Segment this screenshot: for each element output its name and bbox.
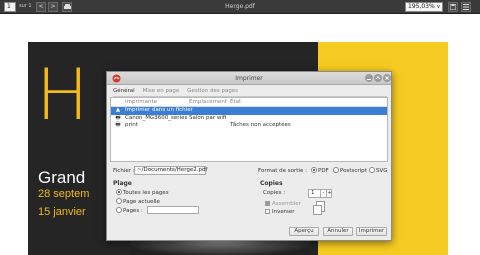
format-radio-postscript[interactable]: Postscript <box>333 167 367 174</box>
file-icon: ▲ <box>115 107 121 113</box>
copies-value: 1 <box>311 190 315 196</box>
printer-row-file[interactable]: ▲ Imprimer dans un fichier <box>111 107 387 115</box>
checkbox-label: Inverser <box>272 209 295 215</box>
printer-name: Imprimer dans un fichier <box>125 107 193 113</box>
tab-page-handling[interactable]: Gestion des pages <box>187 88 238 94</box>
poster-date-line-1: 28 septem <box>38 188 90 200</box>
column-header-state[interactable]: État <box>230 99 241 105</box>
printer-name: Canon_MG3600_series <box>125 114 188 121</box>
maximize-button[interactable] <box>374 74 382 82</box>
range-radio-pages[interactable]: Pages : <box>116 207 143 214</box>
printer-location: Salon par wifi <box>189 114 227 121</box>
radio-indicator <box>116 189 122 195</box>
menu-icon <box>463 4 469 10</box>
tab-page-setup[interactable]: Mise en page <box>143 88 180 94</box>
printer-icon: 🖶 <box>115 122 121 128</box>
chevron-down-icon: v <box>437 4 440 10</box>
copies-label: Copies : <box>263 190 286 196</box>
radio-label: PDF <box>318 168 329 174</box>
zoom-value: 195,03% <box>408 3 435 10</box>
close-button[interactable] <box>383 74 391 82</box>
printer-row-canon[interactable]: 🖶 Canon_MG3600_series Salon par wifi <box>111 115 387 123</box>
poster-big-letter: H <box>36 54 89 136</box>
maximize-icon <box>375 76 381 80</box>
copies-stepper[interactable]: 1 - + <box>308 189 332 198</box>
column-header-location[interactable]: Emplacement <box>189 99 227 105</box>
printer-list-header: Imprimante Emplacement État <box>111 98 387 107</box>
radio-label: Page actuelle <box>123 199 160 205</box>
preview-button[interactable]: Aperçu <box>289 227 319 236</box>
printer-row-print[interactable]: 🖶 print Tâches non acceptées <box>111 122 387 130</box>
radio-indicator <box>369 167 375 173</box>
collate-icon <box>313 201 325 215</box>
increment-button[interactable]: + <box>326 190 332 197</box>
radio-indicator <box>116 198 122 204</box>
checkbox-label: Assembler <box>272 201 301 207</box>
radio-indicator <box>333 167 339 173</box>
printer-state: Tâches non acceptées <box>230 122 291 128</box>
printer-name: print <box>125 122 138 128</box>
save-button[interactable] <box>448 2 458 12</box>
tab-general[interactable]: Général <box>113 88 135 94</box>
minimize-button[interactable] <box>365 74 373 82</box>
radio-indicator <box>311 167 317 173</box>
menu-button[interactable] <box>461 2 471 12</box>
range-section-title: Plage <box>113 180 132 187</box>
minimize-icon <box>367 79 371 80</box>
range-radio-current[interactable]: Page actuelle <box>116 198 160 205</box>
column-header-printer[interactable]: Imprimante <box>125 99 157 105</box>
printer-icon: 🖶 <box>115 114 121 121</box>
output-format-label: Format de sortie : <box>258 168 307 174</box>
radio-indicator <box>116 207 122 213</box>
dialog-titlebar: Imprimer <box>107 72 391 85</box>
dialog-tabs: Général Mise en page Gestion des pages <box>113 87 244 96</box>
zoom-select[interactable]: 195,03% v <box>405 2 443 12</box>
dialog-title: Imprimer <box>235 75 263 82</box>
poster-date-line-2: 15 janvier <box>38 206 86 218</box>
viewer-toolbar: 1 sur 1 < > Herge.pdf 195,03% v <box>0 0 480 14</box>
radio-label: Toutes les pages <box>123 190 169 196</box>
checkbox-indicator <box>265 209 270 214</box>
print-button[interactable]: Imprimer <box>356 227 387 236</box>
file-path-button[interactable]: ~/Documents/Herge2.pdf <box>134 166 207 175</box>
close-icon <box>385 76 389 80</box>
radio-label: Pages : <box>123 208 143 214</box>
cancel-button[interactable]: Annuler <box>323 227 353 236</box>
radio-label: Postscript <box>340 168 367 174</box>
file-label: Fichier : <box>113 168 135 174</box>
copies-section-title: Copies <box>260 180 283 187</box>
range-radio-all[interactable]: Toutes les pages <box>116 189 169 196</box>
radio-label: SVG <box>376 168 388 174</box>
collate-checkbox[interactable]: Assembler <box>265 201 301 207</box>
reverse-checkbox[interactable]: Inverser <box>265 209 295 215</box>
printer-list[interactable]: Imprimante Emplacement État ▲ Imprimer d… <box>110 97 388 162</box>
save-icon <box>449 3 457 11</box>
format-radio-svg[interactable]: SVG <box>369 167 388 174</box>
format-radio-pdf[interactable]: PDF <box>311 167 329 174</box>
poster-heading: Grand <box>38 168 86 187</box>
checkbox-indicator <box>265 201 270 206</box>
pages-input[interactable] <box>147 206 199 214</box>
